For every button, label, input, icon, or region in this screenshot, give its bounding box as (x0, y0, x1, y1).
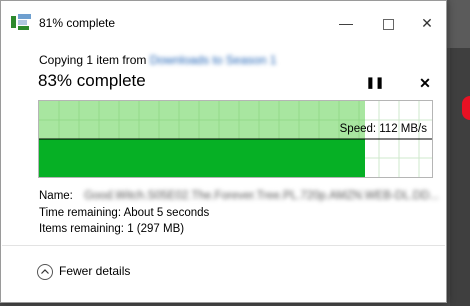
window-title: 81% complete (39, 16, 116, 30)
name-row: Name: Good.Witch.S05E02.The.Forever.Tree… (39, 190, 439, 202)
time-remaining-row: Time remaining: About 5 seconds (39, 207, 209, 219)
copy-status-line: Copying 1 item from Downloads to Season … (39, 53, 277, 67)
speed-graph-canvas (39, 101, 432, 177)
cancel-icon: ✕ (419, 75, 431, 91)
items-remaining-label: Items remaining: (39, 223, 125, 235)
file-copy-app-icon (11, 14, 31, 30)
fewer-details-toggle[interactable]: Fewer details (37, 264, 130, 280)
speed-area-fill (39, 139, 365, 177)
time-remaining-label: Time remaining: (39, 207, 122, 219)
copy-to-word: to (212, 53, 223, 67)
destination-folder-link[interactable]: Season 1 (226, 53, 277, 67)
items-remaining-row: Items remaining: 1 (297 MB) (39, 223, 184, 235)
copy-prefix: Copying 1 item from (39, 53, 147, 67)
progress-percent-text: 83% complete (38, 71, 146, 90)
transfer-speed-graph: Speed: 112 MB/s (38, 100, 433, 178)
minimize-button[interactable]: — (326, 9, 366, 37)
close-icon: ✕ (421, 15, 433, 31)
file-name-value: Good.Witch.S05E02.The.Forever.Tree.PL.72… (84, 190, 440, 202)
source-folder-link[interactable]: Downloads (150, 53, 209, 67)
fewer-details-label: Fewer details (59, 264, 131, 279)
pause-button[interactable]: ❚❚ (365, 73, 385, 93)
cancel-button[interactable]: ✕ (415, 73, 435, 93)
name-label: Name: (39, 190, 73, 202)
chevron-up-icon (37, 264, 53, 280)
items-remaining-value: 1 (297 MB) (127, 223, 185, 235)
file-copy-dialog: 81% complete — ✕ Copying 1 item from Dow… (0, 0, 447, 303)
close-button[interactable]: ✕ (407, 9, 447, 37)
speed-label: Speed: 112 MB/s (339, 123, 427, 135)
maximize-button[interactable] (368, 9, 408, 37)
pause-icon: ❚❚ (365, 77, 385, 89)
title-bar: 81% complete — ✕ (1, 1, 446, 41)
maximize-icon (382, 18, 394, 30)
background-app-icon (462, 96, 470, 120)
footer-divider (2, 245, 445, 246)
minimize-icon: — (339, 15, 353, 31)
time-remaining-value: About 5 seconds (123, 207, 210, 219)
